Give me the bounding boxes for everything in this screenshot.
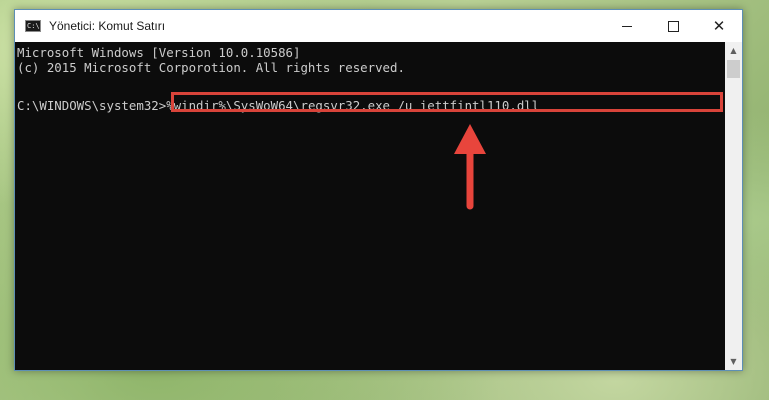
command-highlight-box	[171, 92, 723, 112]
minimize-icon	[622, 25, 632, 27]
close-button[interactable]: ✕	[696, 10, 742, 42]
console-output[interactable]: Microsoft Windows [Version 10.0.10586] (…	[15, 42, 725, 370]
copyright-line: (c) 2015 Microsoft Corporotion. All righ…	[17, 60, 405, 75]
scroll-down-button[interactable]: ▼	[725, 353, 742, 370]
prompt-text: C:\WINDOWS\system32>	[17, 98, 167, 113]
vertical-scrollbar[interactable]: ▲ ▼	[725, 42, 742, 370]
command-prompt-window: C:\ Yönetici: Komut Satırı ✕ Microsoft W…	[14, 9, 743, 371]
title-bar[interactable]: C:\ Yönetici: Komut Satırı ✕	[15, 10, 742, 42]
up-arrow-icon	[454, 124, 486, 210]
maximize-icon	[667, 20, 679, 32]
close-icon: ✕	[712, 17, 726, 35]
scroll-down-icon: ▼	[730, 357, 737, 366]
version-line: Microsoft Windows [Version 10.0.10586]	[17, 45, 301, 60]
cmd-icon: C:\	[25, 20, 41, 32]
minimize-button[interactable]	[604, 10, 650, 42]
scroll-up-button[interactable]: ▲	[725, 42, 742, 59]
maximize-button[interactable]	[650, 10, 696, 42]
scrollbar-thumb[interactable]	[727, 60, 740, 78]
scroll-up-icon: ▲	[730, 46, 737, 55]
window-title: Yönetici: Komut Satırı	[49, 19, 166, 33]
